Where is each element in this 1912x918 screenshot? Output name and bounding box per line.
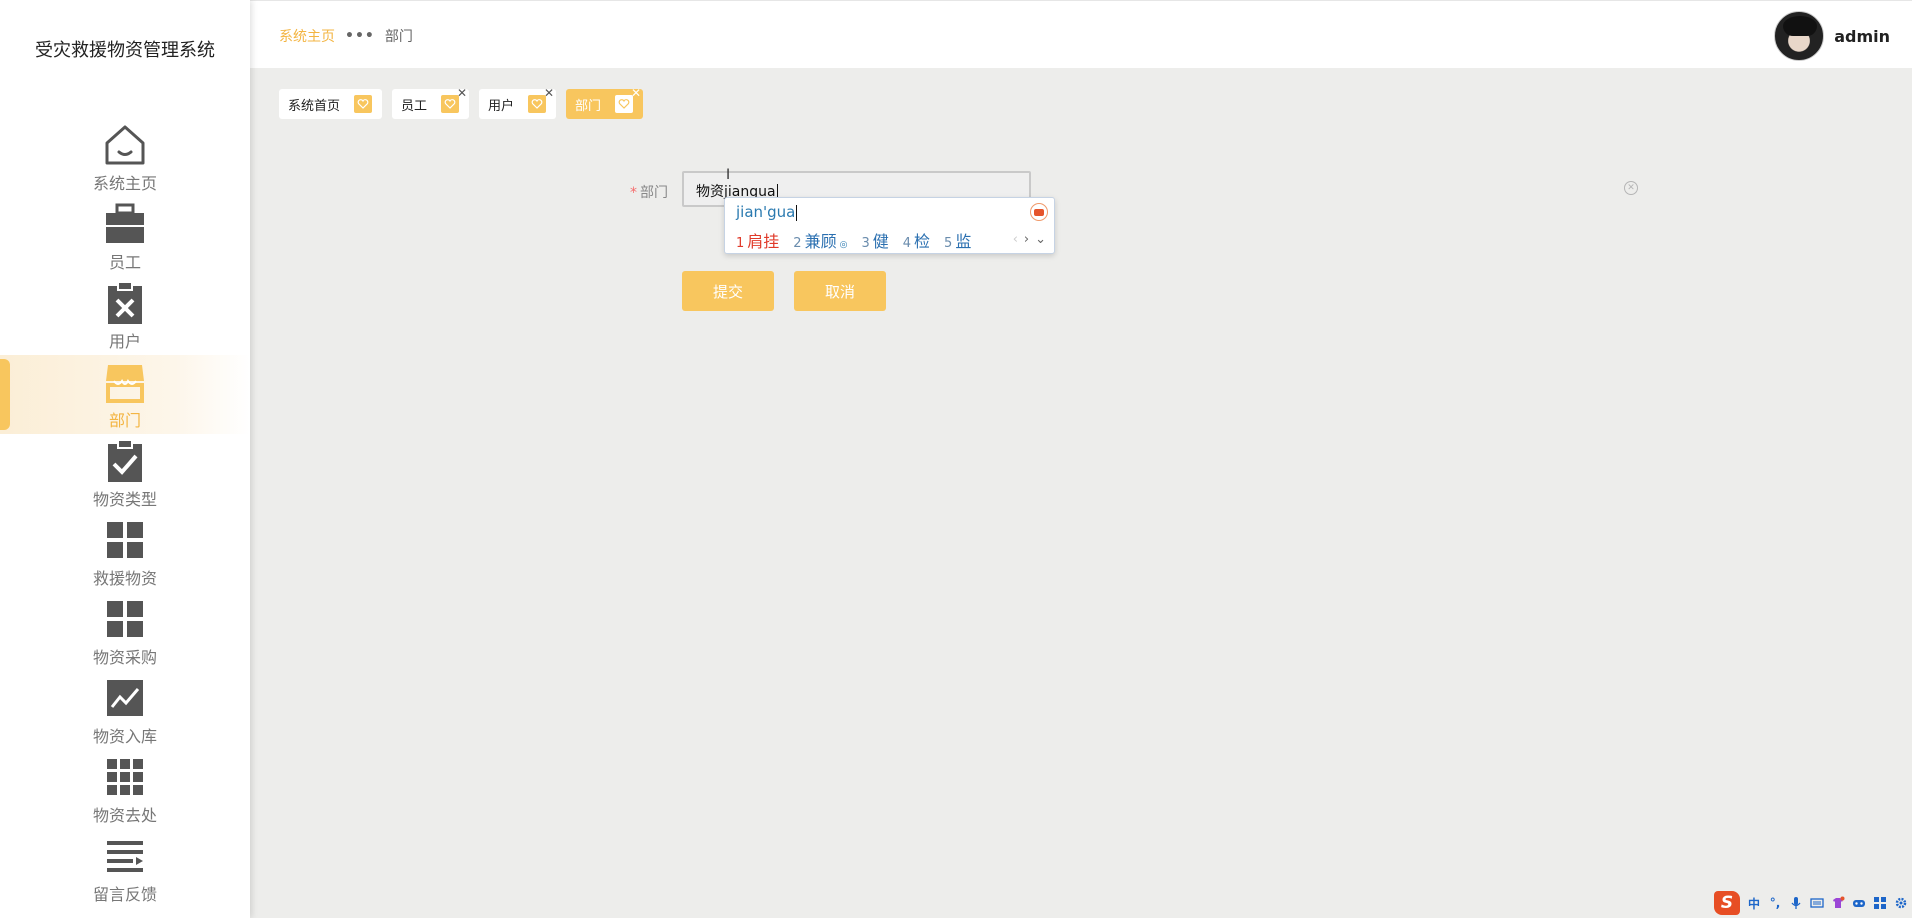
- briefcase-icon: [102, 201, 148, 247]
- list-icon: [102, 833, 148, 879]
- keyboard-icon[interactable]: [1810, 896, 1824, 910]
- candidate-word: 监: [955, 232, 972, 251]
- ime-candidate[interactable]: 3健: [861, 228, 888, 252]
- candidate-word: 兼顾: [804, 232, 837, 251]
- ime-pinyin: jian'gua: [736, 203, 798, 221]
- tab-label: 用户: [488, 98, 515, 114]
- toolbox-icon[interactable]: [1873, 896, 1887, 910]
- field-label-text: 部门: [640, 185, 668, 201]
- ime-expand-icon[interactable]: ⌄: [1035, 232, 1046, 247]
- sidebar-item-label: 部门: [108, 411, 141, 430]
- grid-four-icon: [102, 596, 148, 642]
- ime-prev-icon[interactable]: ‹: [1013, 232, 1018, 247]
- sidebar-item-user[interactable]: 用户: [0, 276, 250, 355]
- sidebar-item-label: 留言反馈: [92, 885, 157, 904]
- sidebar-item-rescue-material[interactable]: 救援物资: [0, 513, 250, 592]
- candidate-word: 健: [872, 232, 889, 251]
- sidebar-item-feedback[interactable]: 留言反馈: [0, 829, 250, 908]
- breadcrumb: 系统主页 ••• 部门: [279, 26, 413, 46]
- app-title: 受灾救援物资管理系统: [35, 40, 215, 61]
- sidebar: 受灾救援物资管理系统 系统主页 员工 用户 部门 物资类型 救援物资 物资采购 …: [0, 0, 250, 918]
- sidebar-item-label: 系统主页: [92, 174, 157, 193]
- sidebar-item-department[interactable]: 部门: [0, 355, 250, 434]
- ime-skin-icon[interactable]: [1030, 203, 1048, 221]
- submit-button[interactable]: 提交: [682, 271, 774, 311]
- sidebar-item-label: 用户: [108, 332, 141, 351]
- close-icon[interactable]: ✕: [631, 87, 641, 99]
- ime-candidate-list: 1 肩挂 2 兼顾 ◎ 3健 4检 5监: [736, 228, 971, 252]
- check-icon: ◎: [839, 240, 848, 250]
- sidebar-item-label: 物资采购: [92, 648, 157, 667]
- top-header: 系统主页 ••• 部门 admin: [250, 0, 1912, 68]
- ime-caret: [796, 204, 798, 221]
- settings-gear-icon[interactable]: [1894, 896, 1908, 910]
- house-icon: [102, 122, 148, 168]
- heart-icon: [354, 95, 373, 113]
- sidebar-item-stock-in[interactable]: 物资入库: [0, 671, 250, 750]
- skin-icon[interactable]: [1831, 896, 1845, 910]
- sidebar-item-label: 物资类型: [92, 490, 157, 509]
- required-mark: *: [630, 185, 637, 201]
- close-icon[interactable]: ✕: [457, 87, 467, 99]
- sidebar-item-label: 救援物资: [92, 569, 157, 588]
- tab-home[interactable]: 系统首页: [279, 89, 383, 119]
- store-icon: [102, 359, 148, 405]
- ime-next-icon[interactable]: ›: [1024, 232, 1029, 247]
- ime-candidate[interactable]: 5监: [944, 228, 971, 252]
- ime-pinyin-text: jian'gua: [736, 203, 796, 221]
- clipboard-x-icon: [102, 280, 148, 326]
- close-icon[interactable]: ✕: [544, 87, 554, 99]
- gamepad-icon[interactable]: [1852, 896, 1866, 910]
- sidebar-item-label: 物资入库: [92, 727, 157, 746]
- trend-chart-icon: [102, 675, 148, 721]
- breadcrumb-current: 部门: [384, 29, 413, 45]
- sidebar-item-material-type[interactable]: 物资类型: [0, 434, 250, 513]
- user-menu[interactable]: admin: [1774, 11, 1890, 61]
- sidebar-item-employee[interactable]: 员工: [0, 197, 250, 276]
- grid-nine-icon: [102, 754, 148, 800]
- ime-candidate[interactable]: 4检: [903, 228, 930, 252]
- sidebar-item-label: 员工: [108, 253, 141, 272]
- ime-mode-toggle[interactable]: 中: [1747, 896, 1761, 911]
- username[interactable]: admin: [1834, 27, 1890, 46]
- sidebar-item-label: 物资去处: [92, 806, 157, 825]
- tab-label: 部门: [575, 98, 602, 114]
- ime-candidate-popup: jian'gua 1 肩挂 2 兼顾 ◎ 3健 4检 5监 ‹ › ⌄: [724, 197, 1055, 254]
- avatar[interactable]: [1774, 11, 1825, 61]
- sidebar-item-home[interactable]: 系统主页: [0, 118, 250, 197]
- candidate-word: 检: [914, 232, 931, 251]
- department-field-label: * 部门: [630, 182, 668, 202]
- candidate-number: 2: [793, 236, 802, 251]
- sidebar-item-destination[interactable]: 物资去处: [0, 750, 250, 829]
- ime-status-bar: S 中 °,: [1708, 888, 1912, 918]
- tab-employee[interactable]: 员工 ✕: [392, 87, 470, 119]
- ime-candidate[interactable]: 1 肩挂: [736, 228, 779, 252]
- candidate-number: 3: [861, 236, 870, 251]
- clipboard-check-icon: [102, 438, 148, 484]
- cancel-button[interactable]: 取消: [794, 271, 886, 311]
- breadcrumb-home-link[interactable]: 系统主页: [279, 26, 335, 46]
- microphone-icon[interactable]: [1789, 896, 1803, 910]
- sidebar-nav: 系统主页 员工 用户 部门 物资类型 救援物资 物资采购 物资入库 物资去处 留…: [0, 118, 250, 908]
- grid-four-icon: [102, 517, 148, 563]
- ibeam-cursor-icon: I: [726, 167, 731, 183]
- candidate-number: 4: [902, 236, 912, 251]
- clear-icon[interactable]: ✕: [1624, 181, 1638, 195]
- sogou-logo-icon[interactable]: S: [1714, 891, 1740, 915]
- tab-label: 员工: [401, 98, 428, 114]
- tab-bar: 系统首页 员工 ✕ 用户 ✕ 部门 ✕: [279, 87, 644, 119]
- candidate-number: 1: [736, 236, 745, 251]
- breadcrumb-separator-icon: •••: [345, 28, 375, 44]
- candidate-word: 肩挂: [747, 232, 780, 251]
- sidebar-item-purchase[interactable]: 物资采购: [0, 592, 250, 671]
- tab-department[interactable]: 部门 ✕: [566, 87, 644, 119]
- tab-label: 系统首页: [288, 98, 341, 114]
- ime-pager: ‹ › ⌄: [1013, 232, 1046, 247]
- candidate-number: 5: [944, 236, 953, 251]
- punctuation-icon[interactable]: °,: [1768, 896, 1782, 910]
- tab-user[interactable]: 用户 ✕: [479, 87, 557, 119]
- ime-candidate[interactable]: 2 兼顾 ◎: [793, 228, 847, 252]
